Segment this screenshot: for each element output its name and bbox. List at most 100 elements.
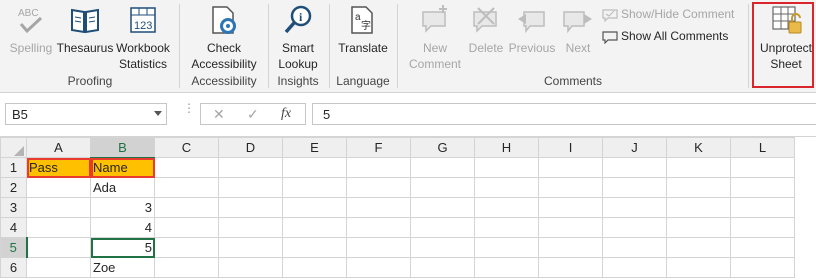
cell[interactable]: [282, 177, 347, 198]
cell-a6[interactable]: [26, 257, 91, 278]
cell[interactable]: [282, 257, 347, 278]
cell[interactable]: [218, 257, 283, 278]
cell[interactable]: [218, 157, 283, 178]
cell[interactable]: [538, 217, 603, 238]
cell[interactable]: [410, 197, 475, 218]
cell-b3[interactable]: 3: [90, 197, 155, 218]
cell[interactable]: [602, 177, 667, 198]
cell[interactable]: [218, 177, 283, 198]
row-header[interactable]: 5: [0, 237, 28, 258]
cell[interactable]: [730, 197, 795, 218]
delete-comment-button[interactable]: Delete: [465, 4, 507, 56]
formula-bar-grip-icon[interactable]: ⋮: [183, 102, 196, 114]
cell[interactable]: [346, 237, 411, 258]
cell[interactable]: [666, 157, 731, 178]
cell[interactable]: [474, 177, 539, 198]
cell[interactable]: [474, 237, 539, 258]
row-header[interactable]: 4: [0, 217, 27, 238]
workbook-statistics-button[interactable]: 123 Workbook Statistics: [114, 4, 172, 72]
cell[interactable]: [282, 217, 347, 238]
smart-lookup-button[interactable]: i Smart Lookup: [273, 4, 323, 72]
cell[interactable]: [410, 217, 475, 238]
show-all-comments-button[interactable]: Show All Comments: [602, 29, 728, 44]
cell[interactable]: [730, 257, 795, 278]
cell[interactable]: [346, 157, 411, 178]
cell[interactable]: [346, 197, 411, 218]
cell[interactable]: [410, 257, 475, 278]
cell[interactable]: [666, 237, 731, 258]
cell[interactable]: [218, 197, 283, 218]
column-header-g[interactable]: G: [410, 137, 475, 158]
cell[interactable]: [602, 217, 667, 238]
cell[interactable]: [666, 177, 731, 198]
cell[interactable]: [410, 237, 475, 258]
cell[interactable]: [154, 157, 219, 178]
row-header[interactable]: 1: [0, 157, 27, 178]
cell[interactable]: [474, 217, 539, 238]
cell[interactable]: [666, 197, 731, 218]
column-header-j[interactable]: J: [602, 137, 667, 158]
cell[interactable]: [538, 177, 603, 198]
translate-button[interactable]: a 字 Translate: [334, 4, 392, 56]
cell[interactable]: [666, 257, 731, 278]
cell[interactable]: [346, 177, 411, 198]
cell[interactable]: [154, 197, 219, 218]
cell[interactable]: [410, 157, 475, 178]
column-header-i[interactable]: I: [538, 137, 603, 158]
thesaurus-button[interactable]: Thesaurus: [56, 4, 114, 56]
next-comment-button[interactable]: Next: [558, 4, 598, 56]
cancel-icon[interactable]: ✕: [213, 106, 225, 123]
column-header-f[interactable]: F: [346, 137, 411, 158]
cell[interactable]: [730, 217, 795, 238]
cell[interactable]: [154, 257, 219, 278]
cell[interactable]: [282, 197, 347, 218]
insert-function-icon[interactable]: fx: [281, 106, 291, 122]
column-header-b[interactable]: B: [90, 137, 155, 159]
cell-a3[interactable]: [26, 197, 91, 218]
column-header-a[interactable]: A: [26, 137, 91, 158]
cell[interactable]: [346, 217, 411, 238]
column-header-e[interactable]: E: [282, 137, 347, 158]
show-hide-comment-button[interactable]: Show/Hide Comment: [602, 7, 734, 22]
cell-a1[interactable]: Pass: [26, 157, 91, 178]
name-box[interactable]: B5: [5, 103, 167, 125]
cell[interactable]: [538, 157, 603, 178]
previous-comment-button[interactable]: Previous: [507, 4, 557, 56]
column-header-k[interactable]: K: [666, 137, 731, 158]
cell[interactable]: [730, 177, 795, 198]
cell[interactable]: [154, 237, 219, 258]
cell[interactable]: [410, 177, 475, 198]
cell-a2[interactable]: [26, 177, 91, 198]
formula-input[interactable]: 5: [312, 103, 816, 125]
spelling-button[interactable]: ABC Spelling: [8, 4, 54, 56]
column-header-c[interactable]: C: [154, 137, 219, 158]
cell[interactable]: [474, 157, 539, 178]
cell[interactable]: [474, 257, 539, 278]
cell[interactable]: [154, 217, 219, 238]
cell[interactable]: [602, 197, 667, 218]
cell[interactable]: [538, 237, 603, 258]
row-header[interactable]: 6: [0, 257, 27, 278]
row-header[interactable]: 3: [0, 197, 27, 218]
cell[interactable]: [282, 157, 347, 178]
cell-b2[interactable]: Ada: [90, 177, 155, 198]
column-header-d[interactable]: D: [218, 137, 283, 158]
cell[interactable]: [346, 257, 411, 278]
cell[interactable]: [602, 257, 667, 278]
cell[interactable]: [154, 177, 219, 198]
column-header-l[interactable]: L: [730, 137, 795, 158]
cell[interactable]: [218, 217, 283, 238]
cell-a4[interactable]: [26, 217, 91, 238]
chevron-down-icon[interactable]: [154, 111, 162, 116]
select-all-corner[interactable]: [0, 137, 27, 158]
cell[interactable]: [538, 257, 603, 278]
cell[interactable]: [602, 157, 667, 178]
cell[interactable]: [602, 237, 667, 258]
cell[interactable]: [538, 197, 603, 218]
cell-b5-active[interactable]: 5: [90, 237, 155, 258]
cell-a5[interactable]: [26, 237, 91, 258]
row-header[interactable]: 2: [0, 177, 27, 198]
cell[interactable]: [218, 237, 283, 258]
cell[interactable]: [474, 197, 539, 218]
cell[interactable]: [666, 217, 731, 238]
